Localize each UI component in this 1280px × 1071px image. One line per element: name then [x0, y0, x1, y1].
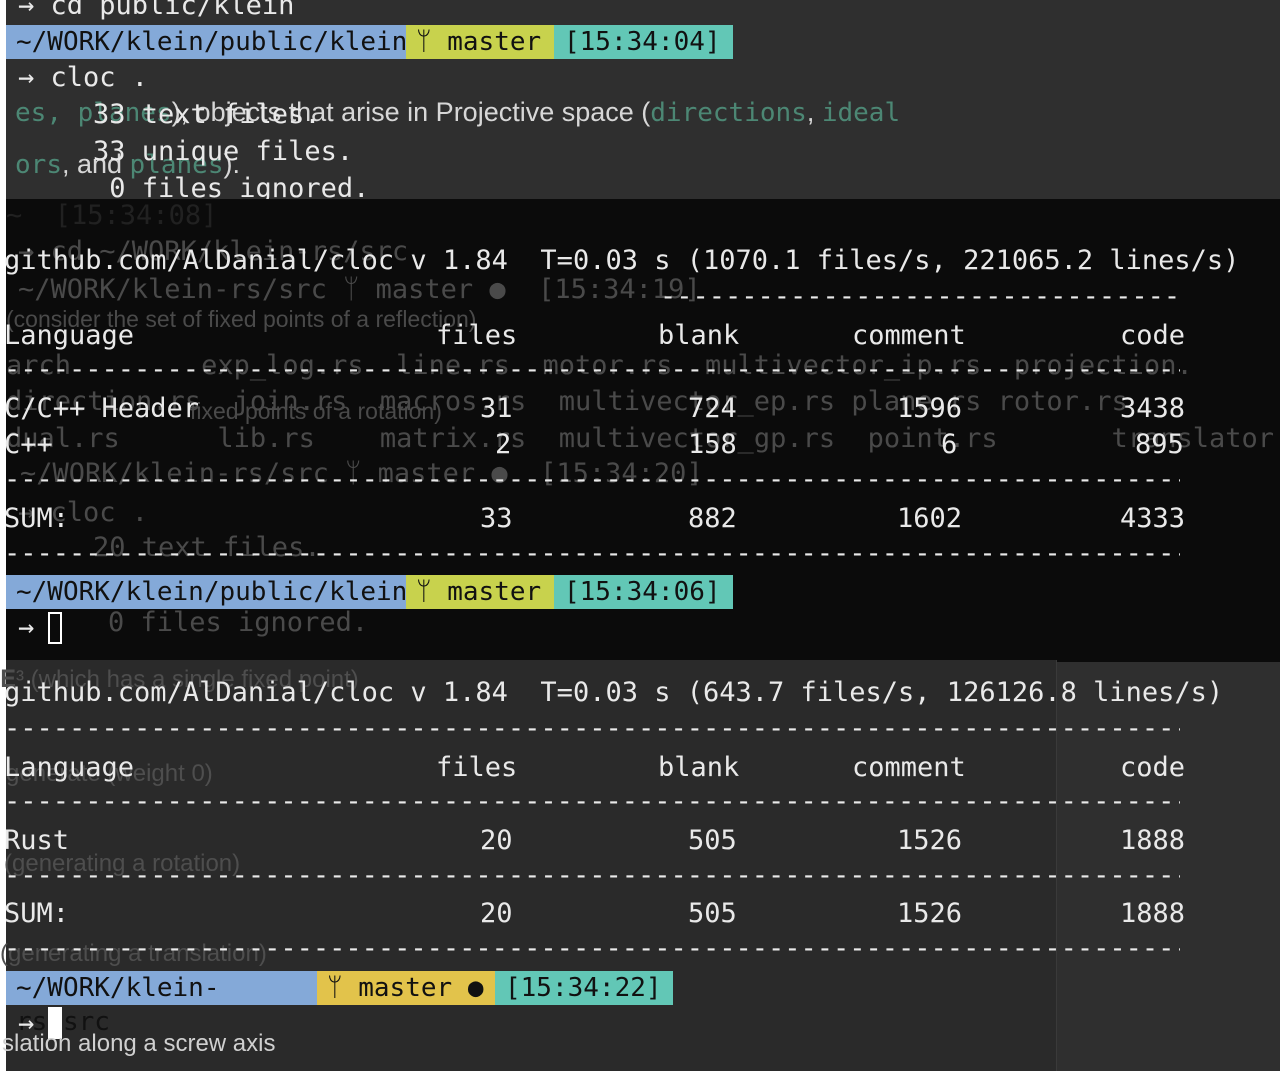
sum-code: 1888 [1120, 898, 1186, 929]
col-files: files [436, 752, 518, 783]
row-files: 20 [480, 825, 513, 856]
dash-separator: ----------------------------------------… [4, 464, 1180, 495]
col-language: Language [4, 320, 135, 351]
col-code: code [1120, 752, 1186, 783]
doc-code-fragment: ors [15, 150, 62, 180]
ghost-cd-command: → cd public/klein [18, 0, 295, 21]
prompt-time-segment: [15:34:06] [554, 575, 733, 609]
sum-files: 20 [480, 898, 513, 929]
ghost-src-prompt-1: ~/WORK/klein-rs/src ᛘ master ● [15:34:19… [18, 274, 701, 305]
ghost-ls-row-3: dual.rs lib.rs matrix.rs multivector_gp.… [6, 423, 1280, 454]
dash-separator: ----------------------------------------… [4, 933, 1180, 964]
cloc-header-line: github.com/AlDanial/cloc v 1.84 T=0.03 s… [4, 245, 1240, 276]
prompt-arrow: → [18, 612, 35, 643]
sum-lang: SUM: [4, 503, 70, 534]
col-comment: comment [852, 752, 966, 783]
terminal-cursor-outline[interactable] [48, 612, 62, 644]
row-code: 3438 [1120, 393, 1186, 424]
row-lang: C++ [4, 429, 53, 460]
prompt-branch-segment: ᛘ master [406, 575, 554, 609]
ghost-home-prompt: ~ [15:34:08] [6, 200, 218, 231]
prompt-path-segment: ~/WORK/klein-rs/src [6, 971, 317, 1037]
prompt-time-segment: [15:34:22] [495, 971, 673, 1005]
row-blank: 505 [688, 825, 737, 856]
row-comment: 1596 [897, 393, 963, 424]
ghost-files-ignored: 0 files ignored. [108, 607, 369, 638]
prompt-path-segment: ~/WORK/klein/public/klein [6, 25, 407, 59]
sum-blank: 505 [688, 898, 737, 929]
sum-comment: 1526 [897, 898, 963, 929]
row-lang: C/C++ Header [4, 393, 200, 424]
col-comment: comment [852, 320, 966, 351]
sum-lang: SUM: [4, 898, 70, 929]
dash-separator: ----------------------------------------… [4, 713, 1180, 744]
cloc-header-line-2: github.com/AlDanial/cloc v 1.84 T=0.03 s… [4, 677, 1224, 708]
col-language: Language [4, 752, 135, 783]
row-files: 31 [480, 393, 513, 424]
col-files: files [436, 320, 518, 351]
doc-code-link-ideal[interactable]: ideal [822, 98, 900, 128]
col-blank: blank [658, 320, 740, 351]
dash-separator: ----------------------------------------… [4, 538, 1180, 569]
dash-separator: ----------------------------------------… [4, 354, 1180, 385]
prompt-time-segment: [15:34:04] [554, 25, 733, 59]
row-code: 895 [1135, 429, 1184, 460]
dash-separator: ----------------------------------------… [4, 786, 1180, 817]
doc-text-fragment: , [806, 97, 822, 127]
row-comment: 1526 [897, 825, 963, 856]
prompt-branch-segment: ᛘ master ● [317, 971, 495, 1005]
cloc-unique-files: 33 unique files. [93, 136, 354, 167]
row-blank: 724 [688, 393, 737, 424]
sum-blank: 882 [688, 503, 737, 534]
sum-code: 4333 [1120, 503, 1186, 534]
cloc-text-files: 33 text files. [93, 99, 321, 130]
row-blank: 158 [688, 429, 737, 460]
sum-files: 33 [480, 503, 513, 534]
dash-separator: ----------------------------------------… [4, 860, 1180, 891]
doc-screw-axis-text: slation along a screw axis [2, 1030, 276, 1057]
row-files: 2 [495, 429, 512, 460]
doc-code-link-directions[interactable]: directions [650, 98, 807, 128]
ghost-doc-rotation: fixed points of a rotation) [190, 398, 442, 424]
dash-separator: ----------------------------------------… [660, 281, 1180, 312]
row-comment: 6 [941, 429, 958, 460]
col-blank: blank [658, 752, 740, 783]
sum-comment: 1602 [897, 503, 963, 534]
prompt-branch-segment: ᛘ master [406, 25, 554, 59]
cloc-command: → cloc . [18, 62, 149, 93]
col-code: code [1120, 320, 1186, 351]
prompt-path-segment: ~/WORK/klein/public/klein [6, 575, 407, 609]
row-code: 1888 [1120, 825, 1186, 856]
